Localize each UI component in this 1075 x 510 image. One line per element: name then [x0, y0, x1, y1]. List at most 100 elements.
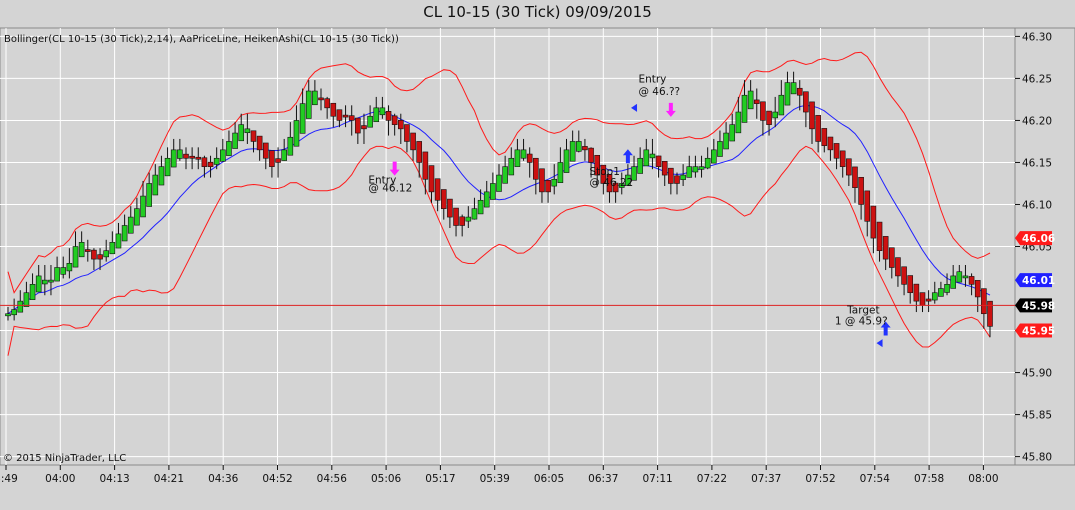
candle-body: [183, 153, 189, 159]
y-tick-label: 46.10: [1022, 199, 1052, 211]
candle-body: [809, 101, 815, 130]
candle-body: [520, 149, 527, 159]
candle-body: [864, 190, 871, 222]
candle-body: [84, 249, 91, 252]
candle-body: [5, 313, 11, 317]
candle-body: [232, 132, 238, 149]
candle-body: [299, 103, 306, 134]
candle-body: [78, 241, 85, 258]
price-tag-label: 46.06: [1022, 233, 1055, 245]
candle-body: [355, 117, 361, 134]
candle-body: [526, 153, 533, 163]
x-tick-label: 07:58: [914, 473, 944, 485]
candle-body: [533, 157, 539, 180]
candle-body: [146, 183, 152, 207]
candle-body: [189, 155, 195, 159]
candle-body: [385, 111, 392, 121]
candle-body: [772, 111, 778, 119]
candle-body: [876, 221, 883, 252]
candle-body: [60, 267, 67, 275]
candle-body: [109, 241, 116, 255]
candle-body: [545, 180, 551, 193]
candle-body: [766, 110, 772, 125]
candle-body: [48, 279, 54, 283]
candle-body: [152, 174, 159, 196]
candle-body: [361, 125, 367, 130]
candle-body: [919, 292, 926, 306]
x-tick-label: 06:37: [588, 473, 618, 485]
candle-body: [582, 146, 588, 151]
candle-body: [140, 195, 146, 218]
candle-body: [496, 174, 502, 192]
candle-body: [852, 166, 858, 188]
candle-body: [907, 275, 914, 294]
candle-body: [735, 111, 742, 134]
candle-body: [747, 90, 754, 110]
price-tag-label: 45.95: [1022, 326, 1055, 338]
candle-body: [115, 233, 122, 249]
candle-body: [348, 115, 355, 121]
x-axis-ticks: 3:49 04:00 04:13 04:21 04:36 04:52 04:56 05:06 0…: [0, 465, 999, 485]
candle-body: [127, 216, 134, 234]
price-chart[interactable]: Entry@ 46.12Entry@ 46.??Stop1@ 46.22Targ…: [0, 0, 1075, 510]
x-tick-label: 04:36: [208, 473, 239, 485]
candle-body: [753, 99, 760, 104]
candle-body: [563, 149, 570, 173]
candle-body: [17, 300, 24, 313]
candle-body: [827, 136, 834, 151]
candle-body: [962, 275, 969, 279]
candle-body: [637, 157, 643, 174]
candle-body: [846, 158, 852, 176]
x-tick-label: 04:52: [262, 473, 292, 485]
candle-body: [508, 157, 515, 176]
candle-body: [391, 115, 398, 125]
candle-body: [931, 292, 938, 301]
candle-body: [54, 267, 60, 282]
candle-body: [293, 120, 300, 147]
candle-body: [29, 284, 36, 300]
candle-body: [723, 132, 729, 150]
candle-body: [422, 151, 429, 180]
candle-body: [342, 114, 349, 118]
candle-body: [201, 157, 208, 167]
candle-body: [428, 165, 435, 193]
candle-body: [803, 91, 809, 113]
candle-body: [404, 124, 410, 142]
candle-body: [275, 158, 281, 163]
x-tick-label: 05:39: [480, 473, 510, 485]
candle-body: [974, 280, 981, 298]
candle-body: [938, 288, 944, 297]
x-tick-label: 07:52: [805, 473, 835, 485]
candle-body: [821, 128, 828, 146]
candle-body: [440, 189, 447, 209]
trade-annotation: Entry: [638, 73, 666, 85]
candle-body: [557, 162, 564, 183]
candle-body: [717, 141, 723, 157]
candle-body: [256, 135, 263, 151]
candle-body: [324, 98, 330, 109]
candle-body: [490, 183, 496, 200]
candle-body: [97, 254, 103, 260]
candle-body: [649, 153, 656, 159]
candle-body: [177, 149, 183, 159]
candle-body: [213, 157, 220, 165]
x-tick-label: 08:00: [968, 473, 998, 485]
candle-body: [250, 130, 257, 142]
candle-body: [692, 166, 699, 173]
x-tick-label: 04:00: [45, 473, 75, 485]
candle-body: [287, 136, 294, 156]
candle-body: [397, 119, 404, 130]
candle-body: [981, 288, 987, 315]
candle-body: [686, 166, 693, 178]
x-tick-label: 07:54: [860, 473, 891, 485]
y-tick-label: 46.20: [1022, 115, 1052, 127]
candle-body: [778, 94, 785, 116]
candle-body: [968, 276, 975, 285]
candle-body: [121, 225, 128, 242]
candle-body: [72, 246, 79, 268]
candle-body: [379, 107, 386, 116]
candle-body: [539, 168, 545, 193]
candle-body: [42, 279, 48, 285]
candle-body: [23, 292, 30, 307]
candle-body: [643, 149, 650, 167]
